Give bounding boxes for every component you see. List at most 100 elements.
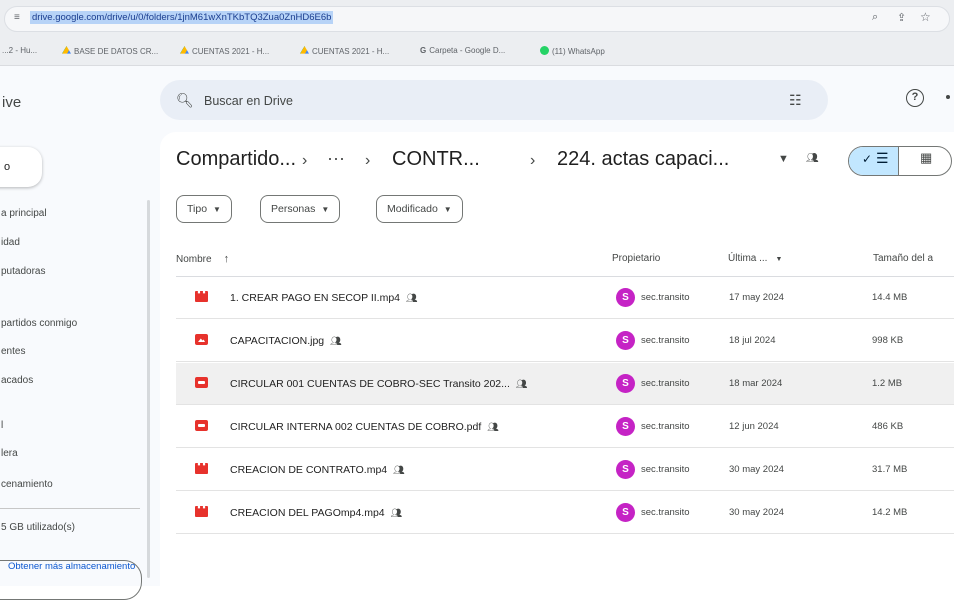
sidebar-item-trash[interactable]: lera [1, 448, 18, 459]
file-modified: 18 mar 2024 [729, 378, 783, 389]
column-header-size[interactable]: Tamaño del a [873, 253, 933, 264]
file-size: 1.2 MB [872, 378, 903, 389]
search-icon[interactable]: 🔍︎ [176, 92, 194, 109]
column-header-modified[interactable]: Última ... ▼ [728, 253, 782, 264]
sidebar-item-starred[interactable]: acados [1, 375, 33, 386]
sidebar-item-spam[interactable]: l [1, 420, 3, 431]
site-info-icon[interactable]: ≡ [14, 13, 24, 23]
filter-type[interactable]: Tipo ▼ [176, 195, 232, 223]
bookmarks-bar: ...2 - Hu... BASE DE DATOS CR... CUENTAS… [0, 38, 954, 66]
file-size: 14.4 MB [872, 292, 908, 303]
file-name: CIRCULAR INTERNA 002 CUENTAS DE COBRO.pd… [230, 421, 499, 433]
file-owner: sec.transito [641, 292, 690, 303]
whatsapp-icon [540, 46, 549, 55]
avatar: S [616, 331, 635, 350]
zoom-icon[interactable]: ⌕ [872, 11, 878, 24]
help-icon[interactable]: ? [906, 89, 924, 107]
file-name: CIRCULAR 001 CUENTAS DE COBRO-SEC Transi… [230, 378, 527, 390]
bookmark-item[interactable]: ...2 - Hu... [2, 46, 37, 55]
file-modified: 30 may 2024 [729, 507, 784, 518]
file-row[interactable]: CREACION DE CONTRATO.mp4 👥︎ S sec.transit… [176, 449, 954, 491]
drive-icon [300, 46, 309, 54]
file-row[interactable]: CAPACITACION.jpg 👥︎ S sec.transito 18 jul… [176, 320, 954, 362]
file-modified: 18 jul 2024 [729, 335, 776, 346]
avatar: S [616, 503, 635, 522]
shared-icon: 👥︎ [406, 293, 417, 303]
avatar: S [616, 374, 635, 393]
chevron-right-icon: › [365, 152, 371, 169]
sidebar-item-activity[interactable]: idad [1, 237, 20, 248]
caret-down-icon[interactable]: ▼ [778, 153, 789, 165]
bookmark-item[interactable]: CUENTAS 2021 - H... [300, 46, 389, 56]
column-header-name[interactable]: Nombre ↑ [176, 253, 229, 265]
sidebar-item-home[interactable]: a principal [1, 208, 47, 219]
caret-down-icon: ▼ [443, 205, 452, 214]
video-file-icon [195, 291, 208, 302]
file-modified: 12 jun 2024 [729, 421, 779, 432]
video-file-icon [195, 463, 208, 474]
sidebar-item-recent[interactable]: entes [1, 346, 25, 357]
shared-icon: 👥︎ [390, 508, 402, 518]
sidebar-item-shared-with-me[interactable]: partidos conmigo [1, 318, 77, 329]
file-size: 998 KB [872, 335, 904, 346]
file-name: CREACION DE CONTRATO.mp4 👥︎ [230, 464, 405, 476]
shared-people-icon[interactable]: 👥︎ [806, 153, 819, 164]
bookmark-star-icon[interactable]: ☆ [920, 10, 931, 24]
breadcrumb-shared[interactable]: Compartido... [176, 148, 296, 171]
filter-people[interactable]: Personas ▼ [260, 195, 341, 223]
chevron-right-icon: › [530, 152, 536, 169]
sidebar-item-computers[interactable]: putadoras [1, 266, 45, 277]
shared-icon: 👥︎ [515, 379, 527, 389]
settings-icon[interactable] [946, 95, 950, 99]
filter-modified[interactable]: Modificado ▼ [376, 195, 463, 223]
avatar: S [616, 460, 635, 479]
shared-icon: 👥︎ [330, 336, 341, 346]
grid-icon: ▦ [920, 150, 933, 165]
file-name: CREACION DEL PAGOmp4.mp4 👥︎ [230, 507, 402, 519]
bookmark-item[interactable]: BASE DE DATOS CR... [62, 46, 158, 56]
bookmark-item[interactable]: CUENTAS 2021 - H... [180, 46, 269, 56]
shared-icon: 👥︎ [393, 465, 404, 475]
storage-usage-text: 5 GB utilizado(s) [1, 522, 75, 533]
file-row[interactable]: CREACION DEL PAGOmp4.mp4 👥︎ S sec.transit… [176, 492, 954, 534]
caret-down-icon: ▼ [321, 205, 330, 214]
check-icon: ✓ [862, 152, 873, 166]
caret-down-icon: ▼ [213, 205, 221, 214]
breadcrumb-current-folder[interactable]: 224. actas capaci... [557, 148, 729, 171]
file-row[interactable]: CIRCULAR 001 CUENTAS DE COBRO-SEC Transi… [176, 363, 954, 405]
pdf-file-icon [195, 377, 208, 388]
avatar: S [616, 288, 635, 307]
breadcrumb-more[interactable]: ··· [327, 148, 345, 169]
drive-logo-text[interactable]: ive [2, 94, 21, 111]
file-modified: 30 may 2024 [729, 464, 784, 475]
share-icon[interactable]: ⇪ [897, 11, 906, 24]
drive-icon [180, 46, 189, 54]
file-modified: 17 may 2024 [729, 292, 784, 303]
file-size: 14.2 MB [872, 507, 908, 518]
sidebar-divider [0, 508, 140, 509]
chevron-right-icon: › [302, 152, 308, 169]
search-options-icon[interactable]: ☷ [789, 92, 802, 109]
search-input[interactable]: Buscar en Drive [204, 94, 293, 108]
get-more-storage-label: Obtener más almacenamiento [8, 561, 136, 572]
drive-icon [62, 46, 71, 54]
file-owner: sec.transito [641, 421, 690, 432]
file-owner: sec.transito [641, 464, 690, 475]
video-file-icon [195, 506, 208, 517]
bookmark-item[interactable]: G Carpeta - Google D... [420, 46, 505, 55]
sidebar-item-storage[interactable]: cenamiento [1, 479, 53, 490]
breadcrumb-folder[interactable]: CONTR... [392, 148, 480, 171]
list-view-button[interactable] [849, 147, 899, 175]
avatar: S [616, 417, 635, 436]
file-row[interactable]: 1. CREAR PAGO EN SECOP II.mp4 👥︎ S sec.tr… [176, 277, 954, 319]
image-file-icon [195, 334, 208, 345]
url-text[interactable]: drive.google.com/drive/u/0/folders/1jnM6… [30, 11, 334, 24]
sort-arrow-up-icon[interactable]: ↑ [224, 253, 230, 265]
google-icon: G [420, 46, 427, 55]
column-header-owner[interactable]: Propietario [612, 253, 660, 264]
new-button-label: o [4, 161, 11, 173]
file-size: 486 KB [872, 421, 904, 432]
file-row[interactable]: CIRCULAR INTERNA 002 CUENTAS DE COBRO.pd… [176, 406, 954, 448]
bookmark-item[interactable]: (11) WhatsApp [540, 46, 605, 56]
sidebar-scrollbar[interactable] [147, 200, 150, 578]
